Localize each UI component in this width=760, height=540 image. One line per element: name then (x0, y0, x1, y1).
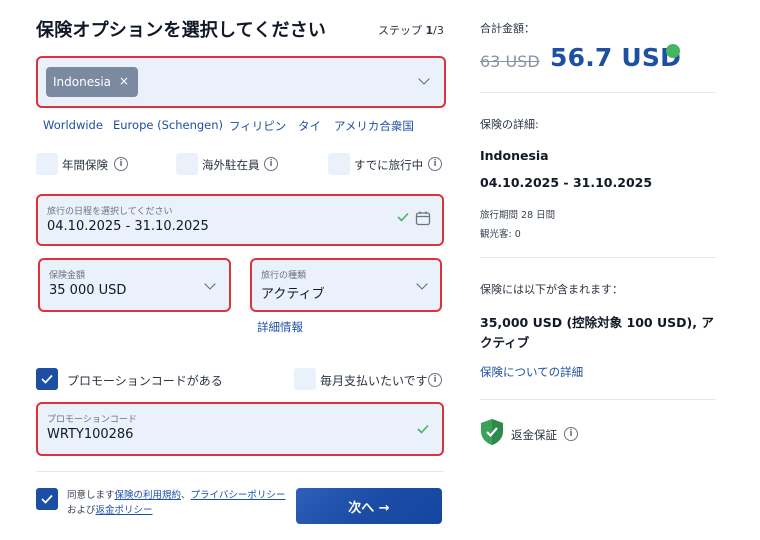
coverage-amount-value: 35 000 USD (49, 283, 127, 298)
total-label: 合計金額： (480, 22, 535, 35)
page-title: 保険オプションを選択してください (36, 20, 327, 41)
info-icon[interactable]: i (114, 157, 128, 171)
step-total: /3 (433, 24, 444, 37)
promo-code-field[interactable]: プロモーションコード WRTY100286 (36, 402, 444, 456)
quick-destination-europe[interactable]: Europe (Schengen) (113, 118, 223, 132)
already-traveling-checkbox[interactable] (328, 153, 350, 175)
trip-dates-label: 旅行の日程を選択してください (47, 207, 173, 217)
promo-code-checkbox-label: プロモーションコードがある (67, 374, 223, 388)
info-icon[interactable]: i (428, 373, 442, 387)
destination-select[interactable]: Indonesia × (36, 56, 446, 108)
chevron-down-icon[interactable] (204, 278, 216, 290)
next-button[interactable]: 次へ → (296, 488, 442, 524)
coverage-amount-label: 保険金額 (49, 271, 86, 281)
expat-checkbox[interactable] (176, 153, 198, 175)
agreement-checkbox[interactable] (36, 488, 58, 510)
info-icon[interactable]: i (264, 157, 278, 171)
annual-insurance-checkbox[interactable] (36, 153, 58, 175)
details-heading: 保険の詳細: (480, 118, 539, 131)
summary-country: Indonesia (480, 148, 549, 163)
monthly-payment-checkbox[interactable] (294, 368, 316, 390)
already-traveling-label: すでに旅行中 (354, 158, 424, 172)
quick-destination-philippines[interactable]: フィリピン (229, 118, 286, 134)
checkmark-icon (41, 494, 53, 504)
chevron-down-icon[interactable] (418, 73, 430, 85)
quick-destination-usa[interactable]: アメリカ合衆国 (334, 118, 414, 134)
includes-text: 35,000 USD (控除対象 100 USD), アクティブ (480, 315, 714, 350)
trip-type-select[interactable]: 旅行の種類 アクティブ (250, 258, 442, 312)
chevron-down-icon[interactable] (416, 278, 428, 290)
step-label: ステップ (378, 24, 422, 37)
expat-label: 海外駐在員 (202, 158, 260, 172)
destination-chip: Indonesia × (46, 67, 138, 97)
quick-destination-worldwide[interactable]: Worldwide (43, 118, 103, 132)
details-link[interactable]: 詳細情報 (257, 319, 303, 335)
promo-code-field-label: プロモーションコード (47, 415, 137, 425)
annual-insurance-label: 年間保険 (62, 158, 108, 172)
refund-policy-link[interactable]: 返金ポリシー (96, 505, 153, 516)
divider (480, 92, 716, 93)
step-indicator: ステップ 1/3 (378, 22, 444, 38)
calendar-icon[interactable] (415, 210, 431, 226)
check-icon (417, 424, 429, 434)
insurance-details-link[interactable]: 保険についての詳細 (480, 364, 583, 380)
chip-remove-icon[interactable]: × (119, 74, 129, 88)
agreement-text: 同意します保険の利用規約、プライバシーポリシー および返金ポリシー (67, 488, 292, 518)
summary-travelers: 観光客: 0 (480, 229, 521, 240)
checkmark-icon (41, 374, 53, 384)
old-price: 63 USD (480, 52, 540, 71)
refund-guarantee-label: 返金保証 (511, 428, 557, 442)
info-icon[interactable]: i (428, 157, 442, 171)
shield-icon (481, 419, 503, 445)
summary-period: 旅行期間 28 日間 (480, 210, 556, 221)
quick-destination-thailand[interactable]: タイ (298, 118, 321, 134)
coverage-amount-select[interactable]: 保険金額 35 000 USD (38, 258, 231, 312)
trip-type-label: 旅行の種類 (261, 271, 307, 281)
new-price: 56.7 USD (550, 43, 682, 72)
trip-dates-value: 04.10.2025 - 31.10.2025 (47, 219, 209, 234)
divider (36, 471, 444, 472)
trip-type-value: アクティブ (261, 287, 325, 302)
divider (480, 257, 716, 258)
divider (480, 399, 716, 400)
privacy-link[interactable]: プライバシーポリシー (191, 490, 286, 501)
promo-code-checkbox[interactable] (36, 368, 58, 390)
terms-link[interactable]: 保険の利用規約 (115, 490, 182, 501)
monthly-payment-label: 毎月支払いたいです (320, 374, 428, 388)
agreement-and: および (67, 505, 96, 516)
includes-heading: 保険には以下が含まれます： (480, 283, 623, 296)
agreement-prefix: 同意します (67, 490, 115, 501)
promo-code-value: WRTY100286 (47, 427, 134, 442)
summary-dates: 04.10.2025 - 31.10.2025 (480, 175, 653, 190)
agreement-comma: 、 (181, 490, 191, 501)
destination-chip-label: Indonesia (53, 75, 112, 89)
step-current: 1 (425, 24, 434, 37)
check-icon (397, 212, 409, 222)
trip-dates-field[interactable]: 旅行の日程を選択してください 04.10.2025 - 31.10.2025 (36, 194, 444, 246)
info-icon[interactable]: i (564, 427, 578, 441)
discount-badge-icon (666, 44, 680, 58)
